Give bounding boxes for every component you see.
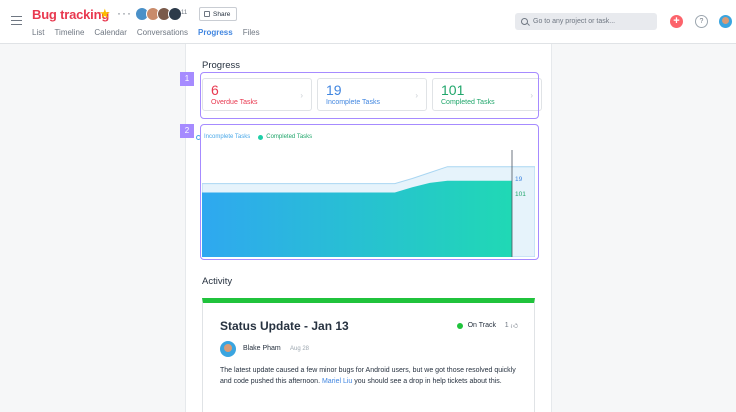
callout-badge-1: 1 [180, 72, 194, 86]
share-label: Share [213, 10, 231, 18]
project-title[interactable]: Bug tracking [32, 7, 109, 22]
author-name[interactable]: Blake Pham [243, 345, 281, 352]
status-update-title: Status Update - Jan 13 [220, 319, 349, 333]
status-update-card: Status Update - Jan 13 On Track 1 👍︎ Bla… [202, 298, 535, 412]
menu-icon[interactable] [11, 16, 22, 25]
status-dot-icon [456, 322, 463, 329]
help-button[interactable]: ? [695, 15, 708, 28]
activity-heading: Activity [202, 276, 233, 287]
share-icon [204, 11, 210, 17]
status-body: The latest update caused a few minor bug… [220, 365, 520, 387]
body-text-end: you should see a drop in help tickets ab… [352, 378, 502, 385]
search-placeholder: Go to any project or task... [533, 18, 616, 25]
status-label: On Track [467, 322, 496, 329]
star-icon[interactable]: ★ [99, 6, 111, 22]
tab-list[interactable]: List [32, 28, 44, 46]
top-bar: Bug tracking ★ ··· 11 Share List Timelin… [0, 0, 736, 46]
like-button[interactable]: 1 👍︎ [505, 321, 518, 330]
add-button[interactable]: + [670, 15, 683, 28]
post-date: Aug 28 [290, 346, 310, 352]
tab-timeline[interactable]: Timeline [54, 28, 84, 46]
more-options-icon[interactable]: ··· [117, 6, 132, 20]
tab-conversations[interactable]: Conversations [137, 28, 188, 46]
tab-calendar[interactable]: Calendar [94, 28, 126, 46]
user-avatar[interactable] [719, 15, 732, 28]
progress-heading: Progress [202, 60, 241, 71]
mention-link[interactable]: Mariel Liu [322, 378, 352, 385]
thumbs-up-icon: 👍︎ [510, 323, 518, 330]
member-count[interactable]: 11 [181, 10, 187, 16]
chart-highlight [200, 124, 539, 260]
stats-highlight [200, 72, 539, 119]
avatar [168, 7, 182, 21]
like-count: 1 [504, 322, 509, 329]
callout-badge-2: 2 [180, 124, 194, 138]
status-badge: On Track [456, 322, 496, 329]
search-icon [521, 18, 528, 25]
search-input[interactable]: Go to any project or task... [515, 13, 657, 30]
share-button[interactable]: Share [199, 7, 237, 21]
author-avatar[interactable] [220, 341, 236, 357]
